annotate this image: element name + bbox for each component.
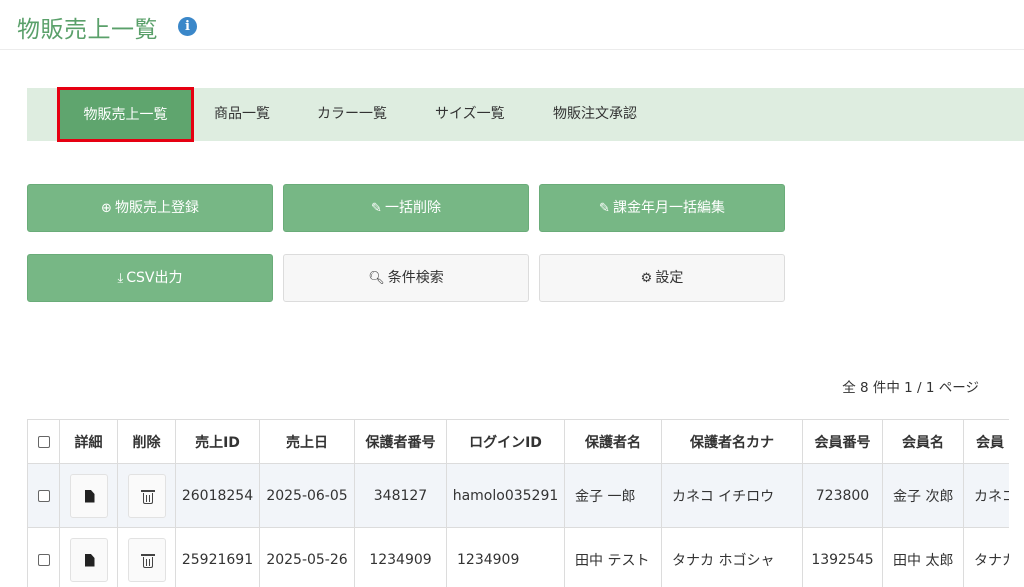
guardian-kana-cell: タナカ ホゴシャ (661, 527, 803, 587)
delete-cell (117, 463, 176, 528)
tab-sales-list[interactable]: 物販売上一覧 (57, 87, 194, 142)
guardian-name-cell: 金子 一郎 (564, 463, 662, 528)
delete-cell (117, 527, 176, 587)
tab-size-list[interactable]: サイズ一覧 (435, 88, 505, 141)
column-header: 詳細 (59, 419, 118, 464)
member-kana-cell: タナカ (963, 527, 1009, 587)
column-header[interactable]: 売上ID (175, 419, 260, 464)
trash-icon (140, 489, 155, 504)
bulk-delete-button[interactable]: ✎ 一括削除 (283, 184, 529, 232)
sales-date-cell: 2025-05-26 (259, 527, 355, 587)
member-name-cell: 金子 次郎 (882, 463, 964, 528)
tab-order-approval[interactable]: 物販注文承認 (553, 88, 637, 141)
detail-button[interactable] (69, 537, 108, 582)
member-kana-cell: カネコ (963, 463, 1009, 528)
row-select-cell (27, 463, 60, 528)
member-number-cell: 1392545 (802, 527, 883, 587)
column-header[interactable]: 会員番号 (802, 419, 883, 464)
column-header[interactable]: 保護者名カナ (661, 419, 803, 464)
document-icon (84, 553, 95, 567)
pencil-icon: ✎ (371, 201, 382, 216)
guardian-number-cell: 348127 (354, 463, 447, 528)
column-header[interactable]: 保護者名 (564, 419, 662, 464)
column-header[interactable]: 売上日 (259, 419, 355, 464)
member-number-cell: 723800 (802, 463, 883, 528)
csv-export-label: CSV出力 (126, 270, 183, 286)
pagination-summary: 全 8 件中 1 / 1 ページ (842, 380, 979, 396)
sales-date-cell: 2025-06-05 (259, 463, 355, 528)
detail-button[interactable] (69, 473, 108, 518)
sales-id-cell: 25921691 (175, 527, 260, 587)
sales-id-cell: 26018254 (175, 463, 260, 528)
row-checkbox[interactable] (37, 553, 50, 566)
document-icon (84, 489, 95, 503)
member-name-cell: 田中 太郎 (882, 527, 964, 587)
tab-color-list[interactable]: カラー一覧 (317, 88, 387, 141)
table-row: 26018254 2025-06-05 348127 hamolo035291 … (27, 463, 1009, 528)
row-checkbox[interactable] (37, 489, 50, 502)
login-id-cell: 1234909 (446, 527, 565, 587)
tab-bar: 物販売上一覧 商品一覧 カラー一覧 サイズ一覧 物販注文承認 (27, 87, 1024, 142)
detail-cell (59, 463, 118, 528)
guardian-name-cell: 田中 テスト (564, 527, 662, 587)
pencil-icon: ✎ (599, 201, 610, 216)
select-all-cell (27, 419, 60, 464)
info-circle-icon[interactable]: i (178, 17, 197, 36)
delete-button[interactable] (127, 537, 166, 582)
register-sales-button[interactable]: ⊕ 物販売上登録 (27, 184, 273, 232)
plus-circle-icon: ⊕ (101, 201, 112, 216)
column-header[interactable]: 会員名 (882, 419, 964, 464)
csv-export-button[interactable]: ⤓ CSV出力 (27, 254, 273, 302)
settings-button[interactable]: ⚙ 設定 (539, 254, 785, 302)
bulk-edit-month-label: 課金年月一括編集 (612, 200, 725, 216)
search-button[interactable]: 🔍︎ 条件検索 (283, 254, 529, 302)
guardian-kana-cell: カネコ イチロウ (661, 463, 803, 528)
column-header[interactable]: 会員 (963, 419, 1009, 464)
table-row: 25921691 2025-05-26 1234909 1234909 田中 テ… (27, 527, 1009, 587)
settings-label: 設定 (655, 270, 684, 286)
column-header[interactable]: 保護者番号 (354, 419, 447, 464)
tab-product-list[interactable]: 商品一覧 (214, 88, 270, 141)
guardian-number-cell: 1234909 (354, 527, 447, 587)
login-id-cell: hamolo035291 (446, 463, 565, 528)
search-icon: 🔍︎ (368, 271, 385, 286)
row-select-cell (27, 527, 60, 587)
column-header: 削除 (117, 419, 176, 464)
bulk-delete-label: 一括削除 (384, 200, 441, 216)
select-all-checkbox[interactable] (37, 435, 50, 448)
page-title: 物販売上一覧 (17, 17, 158, 43)
search-label: 条件検索 (387, 270, 444, 286)
sales-table: 詳細 削除 売上ID 売上日 保護者番号 ログインID 保護者名 保護者名カナ … (27, 419, 1009, 587)
bulk-edit-month-button[interactable]: ✎ 課金年月一括編集 (539, 184, 785, 232)
column-header[interactable]: ログインID (446, 419, 565, 464)
download-icon: ⤓ (117, 271, 124, 286)
gear-icon: ⚙ (640, 271, 653, 286)
table-header-row: 詳細 削除 売上ID 売上日 保護者番号 ログインID 保護者名 保護者名カナ … (27, 419, 1009, 464)
detail-cell (59, 527, 118, 587)
register-sales-label: 物販売上登録 (114, 200, 199, 216)
delete-button[interactable] (127, 473, 166, 518)
trash-icon (140, 553, 155, 568)
page-header: 物販売上一覧 i (0, 0, 1024, 50)
